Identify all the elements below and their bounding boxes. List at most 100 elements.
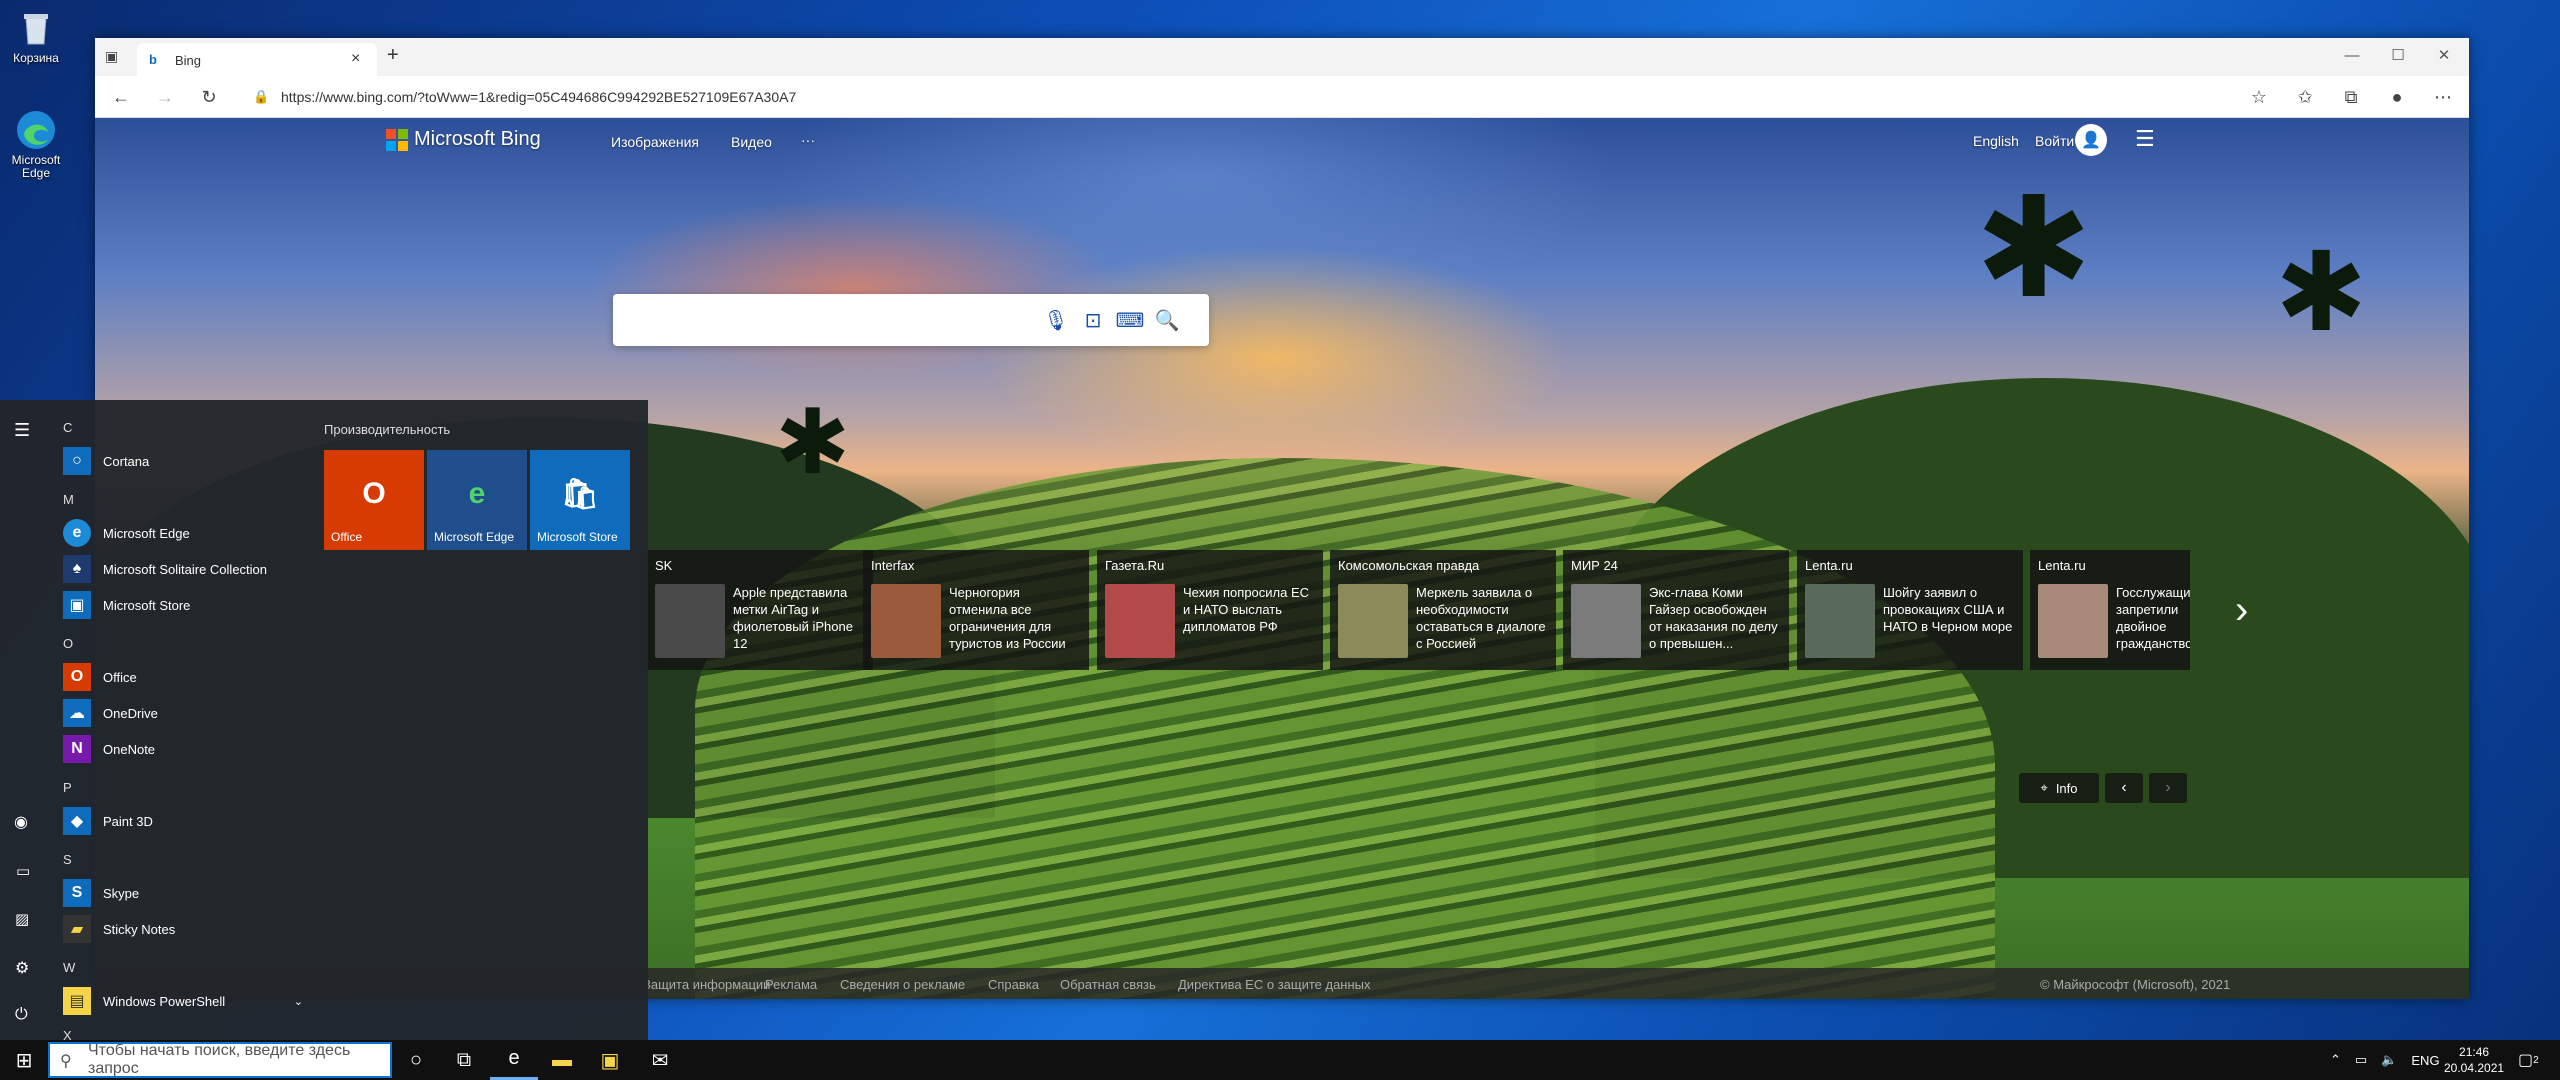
footer-link[interactable]: Реклама [765, 977, 817, 992]
tab-actions-icon[interactable]: ▣ [105, 48, 123, 66]
news-card[interactable]: Комсомольская правда Меркель заявила о не… [1330, 550, 1556, 670]
user-icon[interactable]: ◉ [14, 812, 28, 832]
nav-more[interactable]: ··· [801, 132, 815, 148]
signin-link[interactable]: Войти [2035, 133, 2074, 149]
pictures-icon[interactable]: ▨ [15, 910, 29, 928]
task-view-icon[interactable]: ⧉ [440, 1040, 488, 1080]
windows-start-icon[interactable]: ⊞ [0, 1040, 48, 1080]
news-source: Lenta.ru [2038, 558, 2086, 573]
minimize-button[interactable]: — [2329, 38, 2375, 72]
news-thumbnail [655, 584, 725, 658]
refresh-button[interactable]: ↻ [189, 76, 229, 118]
store-icon: ▣ [63, 591, 91, 619]
news-headline: Меркель заявила о необходимости оставать… [1416, 585, 1546, 651]
maximize-button[interactable]: ☐ [2375, 38, 2421, 72]
back-button[interactable]: ← [101, 76, 141, 118]
forward-button[interactable]: → [145, 76, 185, 118]
app-paint3d[interactable]: ◆ Paint 3D [63, 806, 153, 836]
app-cortana[interactable]: ○ Cortana [63, 446, 149, 476]
tile-office[interactable]: O Office [324, 450, 424, 550]
app-office[interactable]: O Office [63, 662, 137, 692]
news-card[interactable]: Газета.Ru Чехия попросила ЕС и НАТО высла… [1097, 550, 1323, 670]
volume-icon[interactable]: 🔈 [2381, 1052, 2397, 1068]
taskbar-search-input[interactable]: ⚲ Чтобы начать поиск, введите здесь запр… [48, 1042, 392, 1078]
nav-video[interactable]: Видео [731, 134, 772, 150]
info-button[interactable]: ⌖ Info [2019, 773, 2099, 803]
collections-icon[interactable]: ⧉ [2331, 76, 2371, 118]
location-pin-icon: ⌖ [2040, 780, 2048, 795]
app-solitaire[interactable]: ♠ Microsoft Solitaire Collection [63, 554, 267, 584]
profile-icon[interactable]: ● [2377, 76, 2417, 118]
documents-icon[interactable]: ▭ [16, 862, 30, 880]
tile-edge[interactable]: e Microsoft Edge [427, 450, 527, 550]
cortana-icon[interactable]: ○ [392, 1040, 440, 1080]
app-store[interactable]: ▣ Microsoft Store [63, 590, 190, 620]
network-icon[interactable]: ▭ [2355, 1052, 2367, 1068]
chevron-up-icon[interactable]: ⌃ [2330, 1052, 2341, 1068]
bing-logo[interactable]: Microsoft Bing [386, 128, 541, 151]
avatar-icon[interactable]: 👤 [2075, 124, 2107, 156]
app-onedrive[interactable]: ☁ OneDrive [63, 698, 158, 728]
tile-store[interactable]: 🛍 Microsoft Store [530, 450, 630, 550]
mail-icon[interactable]: ✉ [636, 1040, 684, 1080]
news-card[interactable]: Interfax Черногория отменила все ограниче… [863, 550, 1089, 670]
microphone-icon[interactable]: 🎙 [1043, 307, 1069, 333]
news-headline: Чехия попросила ЕС и НАТО выслать диплом… [1183, 585, 1310, 634]
footer-link[interactable]: Директива ЕС о защите данных [1178, 977, 1371, 992]
group-letter[interactable]: O [63, 636, 73, 651]
language-link[interactable]: English [1973, 133, 2019, 149]
bing-favicon-icon: b [149, 52, 157, 67]
app-onenote[interactable]: N OneNote [63, 734, 155, 764]
group-letter[interactable]: S [63, 852, 72, 867]
settings-icon[interactable]: ⚙ [15, 958, 29, 978]
footer-link[interactable]: Обратная связь [1060, 977, 1156, 992]
app-edge[interactable]: e Microsoft Edge [63, 518, 190, 548]
next-image-button[interactable]: › [2149, 773, 2187, 803]
prev-image-button[interactable]: ‹ [2105, 773, 2143, 803]
edge-taskbar-icon[interactable]: e [490, 1040, 538, 1080]
menu-icon[interactable]: ☰ [2135, 126, 2155, 152]
news-card[interactable]: МИР 24 Экс-глава Коми Гайзер освобожден о… [1563, 550, 1789, 670]
app-label: Cortana [103, 453, 150, 469]
edge-desktop-icon[interactable]: Microsoft Edge [6, 108, 66, 180]
group-letter[interactable]: W [63, 960, 75, 975]
url-field[interactable]: https://www.bing.com/?toWww=1&redig=05C4… [281, 89, 796, 105]
tab-bing[interactable]: b Bing × [137, 43, 377, 76]
new-tab-button[interactable]: + [387, 44, 399, 67]
search-icon: ⚲ [60, 1053, 72, 1070]
settings-more-icon[interactable]: ⋯ [2423, 76, 2463, 118]
news-next-arrow-icon[interactable]: › [2235, 588, 2248, 633]
add-favorite-icon[interactable]: ☆ [2239, 76, 2279, 118]
footer-link[interactable]: Справка [988, 977, 1039, 992]
store-icon[interactable]: ▣ [586, 1040, 634, 1080]
app-skype[interactable]: S Skype [63, 878, 139, 908]
power-icon[interactable]: ⏻ [15, 1006, 28, 1024]
keyboard-icon[interactable]: ⌨ [1116, 307, 1145, 333]
group-letter[interactable]: M [63, 492, 74, 507]
news-card[interactable]: Lenta.ru Шойгу заявил о провокациях США и… [1797, 550, 2023, 670]
group-letter[interactable]: C [63, 420, 72, 435]
hamburger-icon[interactable]: ☰ [14, 420, 30, 441]
group-letter[interactable]: P [63, 780, 72, 795]
footer-link[interactable]: Защита информации [643, 977, 770, 992]
news-card[interactable]: Lenta.ru Госслужащим запретили двойное гр… [2030, 550, 2190, 670]
file-explorer-icon[interactable]: ▬ [538, 1040, 586, 1080]
notification-center-icon[interactable]: ▢ 2 [2518, 1040, 2539, 1080]
favorites-icon[interactable]: ✩ [2285, 76, 2325, 118]
app-sticky-notes[interactable]: ▰ Sticky Notes [63, 914, 175, 944]
recycle-bin-desktop-icon[interactable]: Корзина [6, 6, 66, 65]
news-thumbnail [1105, 584, 1175, 658]
tiles-group-title[interactable]: Производительность [324, 422, 450, 437]
visual-search-icon[interactable]: ⊡ [1080, 307, 1106, 333]
news-card[interactable]: SK Apple представила метки AirTag и фиоле… [647, 550, 873, 670]
search-box[interactable]: 🎙 ⊡ ⌨ 🔍 [613, 294, 1209, 346]
footer-link[interactable]: Сведения о рекламе [840, 977, 965, 992]
close-window-button[interactable]: ✕ [2421, 38, 2467, 72]
search-icon[interactable]: 🔍 [1154, 307, 1180, 333]
clock[interactable]: 21:46 20.04.2021 [2444, 1040, 2504, 1080]
app-powershell[interactable]: ▤ Windows PowerShell ⌄ [63, 986, 303, 1016]
input-language[interactable]: ENG [2411, 1053, 2439, 1068]
tab-close-button[interactable]: × [351, 50, 360, 68]
nav-images[interactable]: Изображения [611, 134, 699, 150]
store-icon: 🛍 [560, 477, 600, 511]
